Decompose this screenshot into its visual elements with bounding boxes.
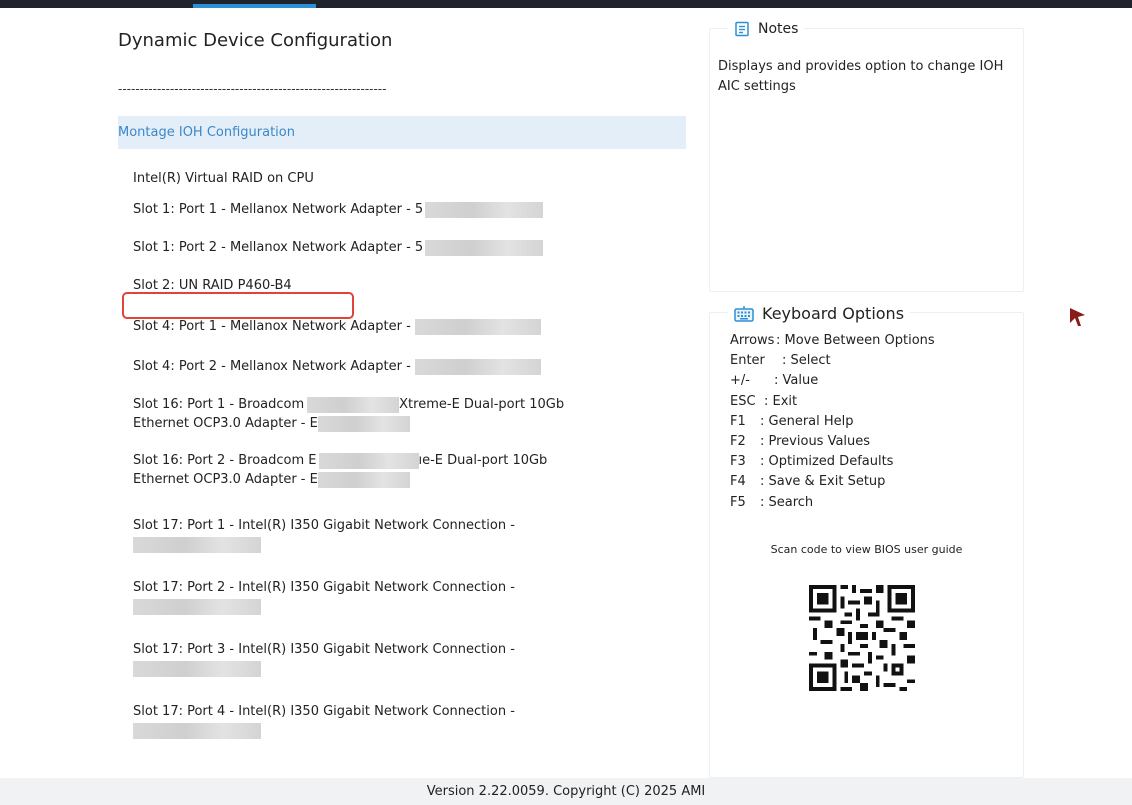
shortcut-key: Enter xyxy=(730,353,765,369)
shortcut-desc: : Select xyxy=(782,353,831,369)
menu-item-label: Slot 4: Port 1 - Mellanox Network Adapte… xyxy=(133,319,411,334)
qr-code-icon xyxy=(805,581,919,695)
menu-item-label: Slot 17: Port 4 - Intel(R) I350 Gigabit … xyxy=(133,704,515,719)
shortcut-desc: : Exit xyxy=(764,393,798,409)
keyboard-options-title: Keyboard Options xyxy=(762,304,905,323)
redacted-area xyxy=(133,722,261,739)
footer-version: Version 2.22.0059. Copyright (C) 2025 AM… xyxy=(0,778,1132,805)
notes-header: Notes xyxy=(728,21,805,37)
highlight-annotation-box xyxy=(122,292,354,319)
shortcut-row: Arrows: Move Between Options xyxy=(730,331,935,351)
menu-item-slot17-port1[interactable]: Slot 17: Port 1 - Intel(R) I350 Gigabit … xyxy=(118,516,686,578)
menu-item-vroc[interactable]: Intel(R) Virtual RAID on CPU xyxy=(118,158,686,198)
redacted-area xyxy=(133,536,261,553)
shortcut-desc: : General Help xyxy=(760,413,854,429)
main-content: Dynamic Device Configuration -----------… xyxy=(0,8,700,778)
device-list: Montage IOH Configuration Intel(R) Virtu… xyxy=(118,116,686,742)
shortcut-key: F5 xyxy=(730,494,746,510)
shortcut-row: F2 : Previous Values xyxy=(730,432,935,452)
menu-item-label: Slot 1: Port 2 - Mellanox Network Adapte… xyxy=(133,240,424,255)
notes-panel: Notes Displays and provides option to ch… xyxy=(709,21,1024,292)
menu-item-montage-ioh[interactable]: Montage IOH Configuration xyxy=(118,116,686,149)
menu-item-label-suffix: ıe-E Dual-port 10Gb xyxy=(418,453,548,468)
shortcut-row: F4 : Save & Exit Setup xyxy=(730,472,935,492)
qr-caption: Scan code to view BIOS user guide xyxy=(770,543,963,556)
menu-item-slot17-port3[interactable]: Slot 17: Port 3 - Intel(R) I350 Gigabit … xyxy=(118,640,686,702)
keyboard-options-header: Keyboard Options xyxy=(728,304,911,323)
menu-item-label-suffix: Xtreme-E Dual-port 10Gb xyxy=(399,397,565,412)
mouse-cursor-icon xyxy=(1070,308,1085,326)
redacted-area xyxy=(425,201,544,218)
redacted-area xyxy=(317,415,410,432)
menu-item-label: Intel(R) Virtual RAID on CPU xyxy=(133,171,314,186)
redacted-area xyxy=(133,598,261,615)
menu-item-slot17-port4[interactable]: Slot 17: Port 4 - Intel(R) I350 Gigabit … xyxy=(118,702,686,742)
page-title: Dynamic Device Configuration xyxy=(118,30,393,51)
shortcut-key: F4 xyxy=(730,474,746,490)
redacted-area xyxy=(133,660,261,677)
notes-icon xyxy=(735,21,749,37)
shortcut-row: F5 : Search xyxy=(730,493,935,513)
shortcut-desc: : Save & Exit Setup xyxy=(760,474,886,490)
keyboard-options-panel: Keyboard Options Arrows: Move Between Op… xyxy=(709,304,1024,778)
shortcut-desc: : Search xyxy=(760,494,814,510)
menu-item-slot4-port2[interactable]: Slot 4: Port 2 - Mellanox Network Adapte… xyxy=(118,356,686,392)
menu-item-label: Slot 4: Port 2 - Mellanox Network Adapte… xyxy=(133,359,411,374)
shortcut-key: F1 xyxy=(730,413,746,429)
redacted-area xyxy=(414,358,541,375)
shortcut-key: ESC xyxy=(730,393,756,409)
menu-item-slot17-port2[interactable]: Slot 17: Port 2 - Intel(R) I350 Gigabit … xyxy=(118,578,686,640)
menu-item-slot16-port1[interactable]: Slot 16: Port 1 - Broadcom Xtreme-E Dual-… xyxy=(118,392,686,448)
shortcut-desc: : Optimized Defaults xyxy=(760,454,894,470)
redacted-area xyxy=(414,318,541,335)
shortcut-key: F3 xyxy=(730,454,746,470)
redacted-area xyxy=(307,396,400,413)
shortcut-row: F3 : Optimized Defaults xyxy=(730,452,935,472)
menu-item-label: Slot 17: Port 3 - Intel(R) I350 Gigabit … xyxy=(133,642,515,657)
shortcut-row: Enter : Select xyxy=(730,351,935,371)
menu-item-label: Slot 17: Port 2 - Intel(R) I350 Gigabit … xyxy=(133,580,515,595)
menu-item-label: Slot 16: Port 1 - Broadcom xyxy=(133,397,305,412)
menu-item-label: Slot 17: Port 1 - Intel(R) I350 Gigabit … xyxy=(133,518,515,533)
shortcut-row: ESC : Exit xyxy=(730,392,935,412)
keyboard-shortcut-list: Arrows: Move Between Options Enter : Sele… xyxy=(730,331,935,513)
menu-item-slot1-port2[interactable]: Slot 1: Port 2 - Mellanox Network Adapte… xyxy=(118,236,686,276)
menu-item-slot1-port1[interactable]: Slot 1: Port 1 - Mellanox Network Adapte… xyxy=(118,198,686,236)
shortcut-key: F2 xyxy=(730,434,746,450)
menu-item-label: Slot 16: Port 2 - Broadcom E xyxy=(133,453,317,468)
redacted-area xyxy=(317,471,410,488)
menu-item-slot16-port2[interactable]: Slot 16: Port 2 - Broadcom E ıe-E Dual-po… xyxy=(118,448,686,516)
notes-text: Displays and provides option to change I… xyxy=(718,59,1004,94)
redacted-area xyxy=(425,239,544,256)
shortcut-desc: : Value xyxy=(774,373,819,389)
redacted-area xyxy=(318,452,419,469)
title-separator: ----------------------------------------… xyxy=(118,82,387,96)
notes-title: Notes xyxy=(758,21,799,37)
menu-item-label: Montage IOH Configuration xyxy=(118,125,295,140)
shortcut-row: +/- : Value xyxy=(730,371,935,391)
shortcut-key: Arrows xyxy=(730,333,775,348)
shortcut-desc: : Move Between Options xyxy=(776,333,935,348)
keyboard-icon xyxy=(734,305,754,322)
shortcut-row: F1 : General Help xyxy=(730,412,935,432)
menu-item-label-line2: Ethernet OCP3.0 Adapter - E xyxy=(133,416,318,431)
menu-item-label: Slot 1: Port 1 - Mellanox Network Adapte… xyxy=(133,202,424,217)
menu-item-slot4-port1[interactable]: Slot 4: Port 1 - Mellanox Network Adapte… xyxy=(118,316,686,356)
menu-item-label-line2: Ethernet OCP3.0 Adapter - E xyxy=(133,472,318,487)
shortcut-desc: : Previous Values xyxy=(760,434,871,450)
top-menu-bar xyxy=(0,0,1132,8)
shortcut-key: +/- xyxy=(730,373,750,389)
